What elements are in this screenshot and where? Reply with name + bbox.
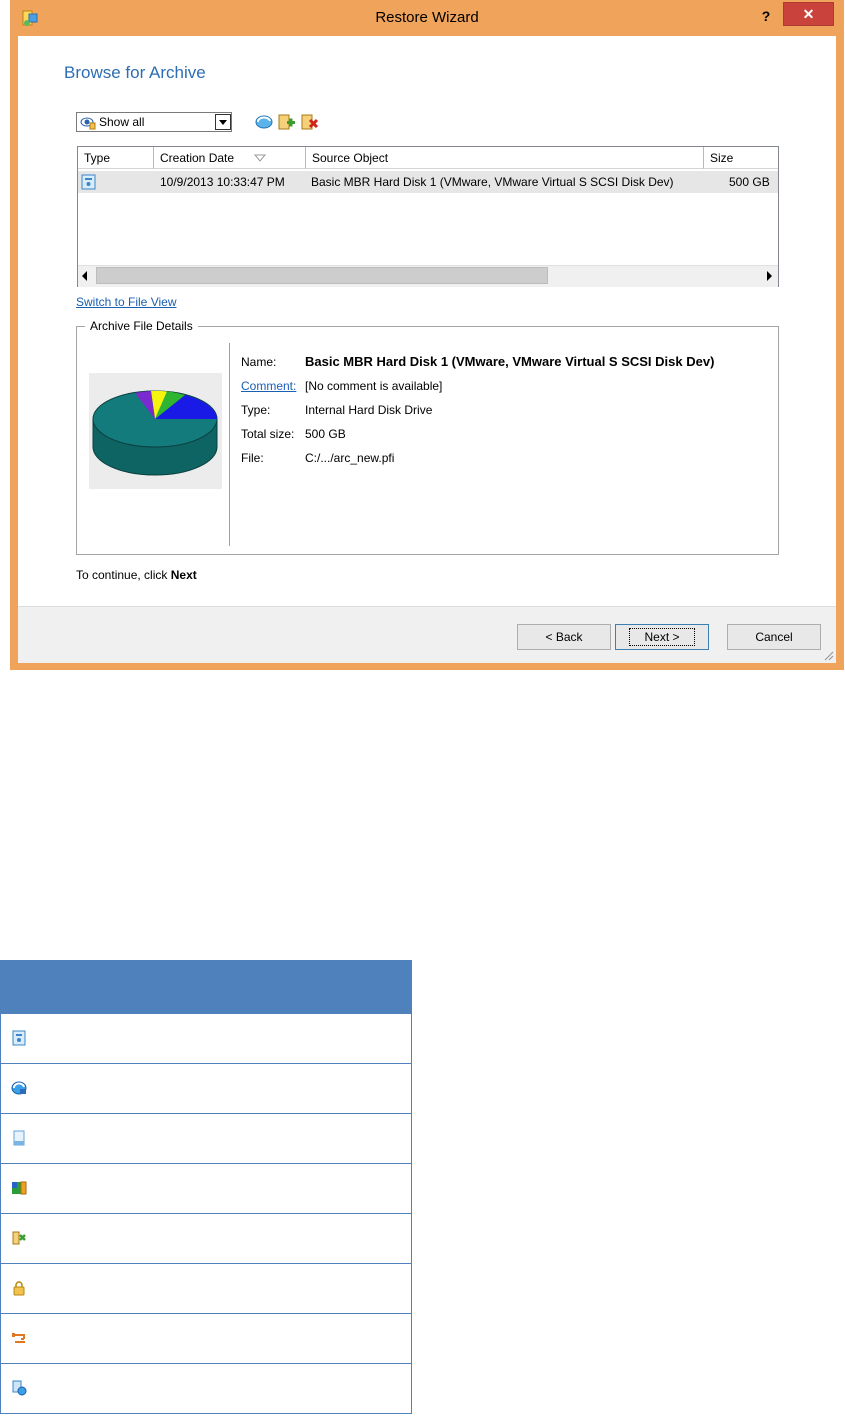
type-label: Type: <box>241 403 271 417</box>
legend-row <box>1 1063 411 1113</box>
cell-size: 500 GB <box>729 175 770 189</box>
back-button[interactable]: < Back <box>517 624 611 650</box>
archive-list[interactable]: Type Creation Date Source Object Size 10… <box>77 146 779 287</box>
continue-prefix: To continue, click <box>76 568 168 582</box>
cancel-button[interactable]: Cancel <box>727 624 821 650</box>
column-header-type[interactable]: Type <box>78 147 154 169</box>
file-label: File: <box>241 451 264 465</box>
legend-row <box>1 1013 411 1063</box>
legend-row <box>1 1263 411 1313</box>
disk-chart-image <box>89 373 222 489</box>
restore-wizard-window: Restore Wizard ? ✕ Browse for Archive Sh… <box>10 0 844 670</box>
column-header-creation-date-label: Creation Date <box>160 151 235 165</box>
wizard-client-area: Browse for Archive Show all Type Creatio… <box>18 36 836 663</box>
hard-disk-icon <box>81 174 96 190</box>
vertical-divider <box>229 343 230 546</box>
file-value: C:/.../arc_new.pfi <box>305 451 395 465</box>
image-archive-icon <box>12 1181 27 1195</box>
pie-disk-icon <box>92 390 218 476</box>
column-header-size[interactable]: Size <box>704 147 778 169</box>
type-value: Internal Hard Disk Drive <box>305 403 433 417</box>
continue-instruction: To continue, click Next <box>76 568 197 582</box>
refresh-icon[interactable] <box>254 113 274 131</box>
link-icon <box>12 1333 25 1343</box>
hard-disk-icon <box>12 1030 26 1046</box>
group-title: Archive File Details <box>85 319 198 333</box>
window-title: Restore Wizard <box>375 9 479 26</box>
total-size-label: Total size: <box>241 427 295 441</box>
title-bar: Restore Wizard ? ✕ <box>10 0 844 36</box>
legend-row <box>1 1363 411 1413</box>
next-button[interactable]: Next > <box>615 624 709 650</box>
chevron-down-icon[interactable] <box>215 114 231 130</box>
continue-next-bold: Next <box>170 568 197 582</box>
legend-row <box>1 1113 411 1163</box>
help-button[interactable]: ? <box>752 3 780 29</box>
delete-archive-icon[interactable] <box>300 113 320 131</box>
legend-header <box>1 961 411 1013</box>
lock-icon <box>13 1281 25 1296</box>
legend-row <box>1 1163 411 1213</box>
resize-grip-icon[interactable] <box>822 649 834 661</box>
legend-row <box>1 1313 411 1363</box>
next-button-label: Next > <box>629 628 695 646</box>
disk-refresh-icon <box>11 1081 27 1095</box>
archive-file-details-group: Archive File Details Name: Basic MBR Har… <box>76 319 779 555</box>
column-header-source-object[interactable]: Source Object <box>306 147 704 169</box>
switch-to-file-view-link[interactable]: Switch to File View <box>76 295 176 309</box>
file-icon <box>13 1130 25 1146</box>
legend-row <box>1 1213 411 1263</box>
filter-dropdown[interactable]: Show all <box>76 112 232 132</box>
add-archive-icon[interactable] <box>277 113 297 131</box>
close-button[interactable]: ✕ <box>783 2 834 26</box>
column-header-creation-date[interactable]: Creation Date <box>154 147 306 169</box>
scroll-left-icon[interactable] <box>82 271 87 281</box>
total-size-value: 500 GB <box>305 427 346 441</box>
name-label: Name: <box>241 355 277 369</box>
horizontal-scrollbar[interactable] <box>78 265 778 287</box>
scroll-right-icon[interactable] <box>767 271 772 281</box>
name-value: Basic MBR Hard Disk 1 (VMware, VMware Vi… <box>305 354 715 369</box>
eye-filter-icon <box>80 117 96 130</box>
scrollbar-thumb[interactable] <box>96 267 548 284</box>
cell-source-object: Basic MBR Hard Disk 1 (VMware, VMware Vi… <box>311 175 674 189</box>
restore-copy-icon <box>12 1380 27 1396</box>
page-title: Browse for Archive <box>64 63 206 82</box>
comment-value: [No comment is available] <box>305 379 443 393</box>
button-bar: < Back Next > Cancel <box>18 606 836 663</box>
sort-arrow-icon <box>254 154 266 162</box>
cell-creation-date: 10/9/2013 10:33:47 PM <box>160 175 285 189</box>
icon-legend-table <box>0 960 412 1414</box>
comment-link[interactable]: Comment: <box>241 379 296 393</box>
wizard-icon <box>12 1231 26 1245</box>
table-row[interactable]: 10/9/2013 10:33:47 PM Basic MBR Hard Dis… <box>78 171 778 193</box>
filter-selected-value: Show all <box>99 115 145 129</box>
